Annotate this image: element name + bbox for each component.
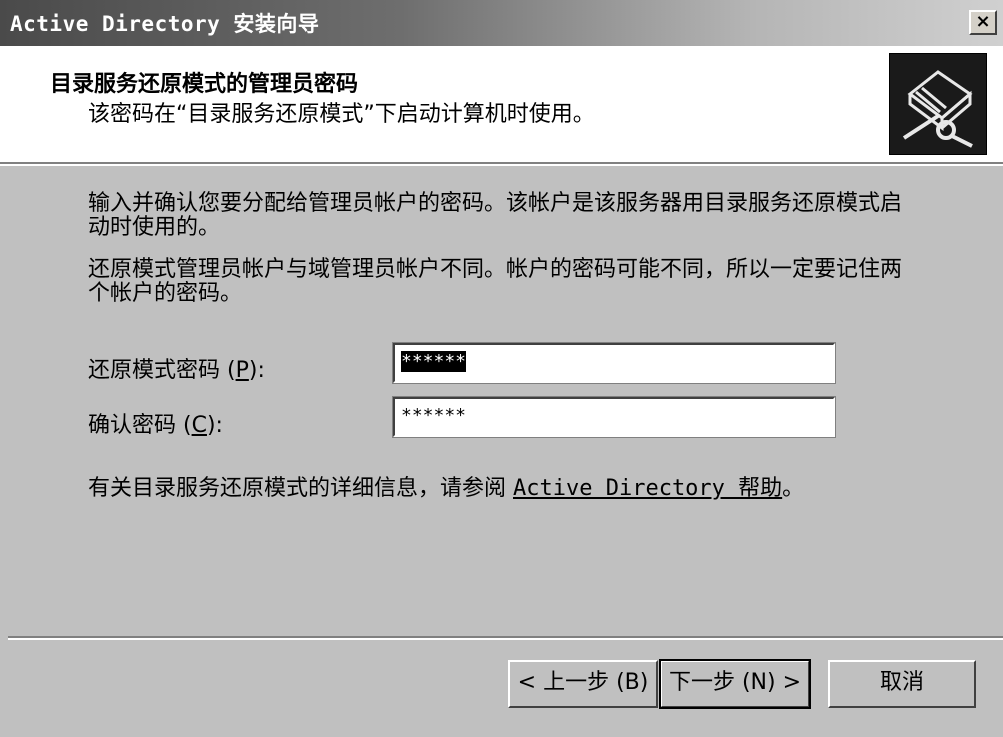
instruction-paragraph: 输入并确认您要分配给管理员帐户的密码。该帐户是该服务器用目录服务还原模式启动时使…	[88, 191, 903, 240]
wizard-window: Active Directory 安装向导 × 目录服务还原模式的管理员密码 该…	[0, 0, 1003, 737]
confirm-password-input[interactable]: ******	[392, 396, 836, 438]
close-icon: ×	[975, 11, 991, 32]
confirm-password-label: 确认密码 (C):	[88, 413, 223, 438]
page-title: 目录服务还原模式的管理员密码	[50, 72, 359, 97]
note-paragraph: 还原模式管理员帐户与域管理员帐户不同。帐户的密码可能不同，所以一定要记住两个帐户…	[88, 257, 903, 306]
help-text: 有关目录服务还原模式的详细信息，请参阅	[88, 476, 513, 501]
wizard-header: 目录服务还原模式的管理员密码 该密码在“目录服务还原模式”下启动计算机时使用。	[0, 48, 1003, 166]
next-button[interactable]: 下一步 (N) >	[659, 659, 811, 709]
password-value: ******	[401, 351, 467, 372]
help-link[interactable]: Active Directory 帮助	[513, 476, 782, 501]
confirm-value: ******	[401, 405, 467, 426]
page-subtitle: 该密码在“目录服务还原模式”下启动计算机时使用。	[88, 102, 595, 127]
help-line: 有关目录服务还原模式的详细信息，请参阅 Active Directory 帮助。	[88, 476, 805, 501]
footer-divider	[8, 636, 1003, 640]
restore-password-label: 还原模式密码 (P):	[88, 358, 265, 383]
restore-password-input[interactable]: ******	[392, 342, 836, 384]
title-bar[interactable]: Active Directory 安装向导 ×	[0, 0, 1003, 48]
back-button[interactable]: < 上一步 (B)	[508, 660, 658, 708]
cancel-button[interactable]: 取消	[828, 660, 976, 708]
window-title: Active Directory 安装向导	[10, 12, 320, 36]
wizard-book-key-icon	[889, 53, 987, 155]
close-button[interactable]: ×	[969, 10, 997, 35]
